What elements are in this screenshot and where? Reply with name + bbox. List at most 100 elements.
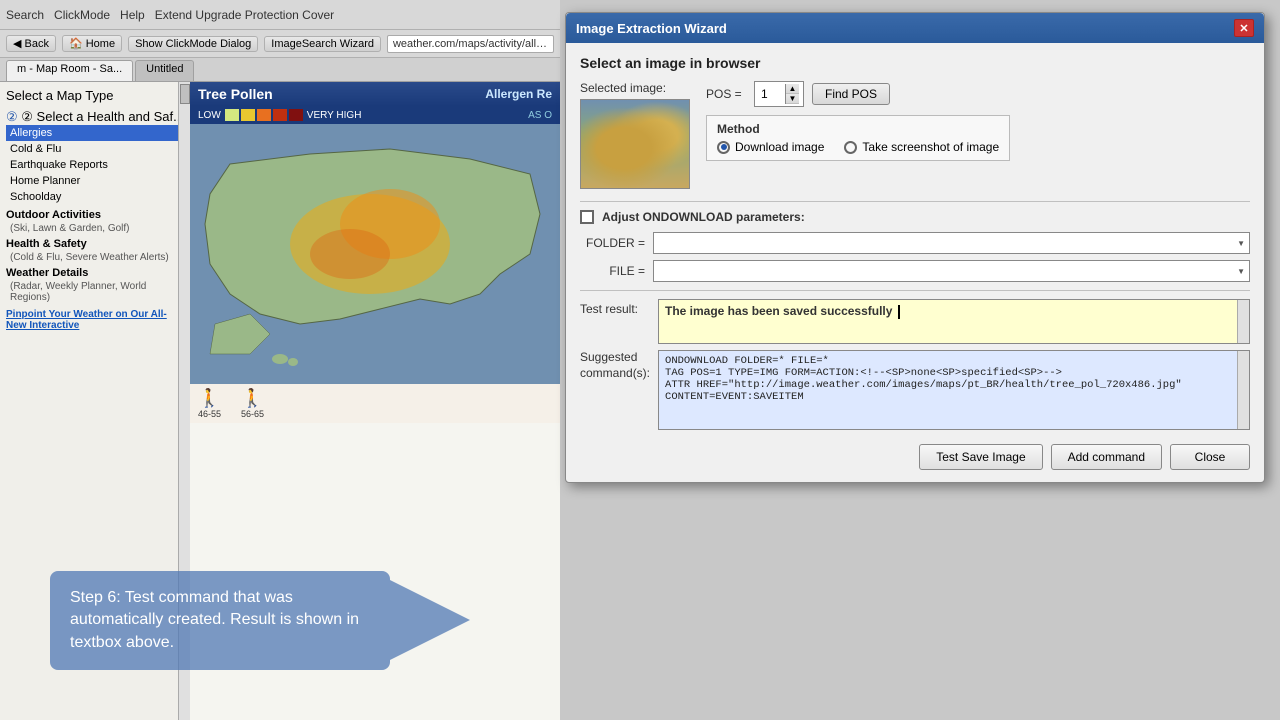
test-save-image-button[interactable]: Test Save Image (919, 444, 1042, 470)
dialog-close-icon[interactable]: ✕ (1234, 19, 1254, 37)
pos-find-row: POS = 1 ▲ ▼ Find POS Method (706, 81, 1010, 171)
folder-dropdown-arrow: ▼ (1237, 239, 1245, 248)
list-item-coldflu[interactable]: Cold & Flu (6, 141, 184, 157)
legend-colors (225, 109, 303, 121)
weather-details-section: Weather Details (6, 267, 184, 279)
test-result-box[interactable]: The image has been saved successfully (658, 299, 1250, 344)
radio-download-circle (717, 141, 730, 154)
test-result-row: Test result: The image has been saved su… (580, 299, 1250, 344)
tab-untitled[interactable]: Untitled (135, 60, 194, 81)
radio-screenshot-circle (844, 141, 857, 154)
find-pos-button[interactable]: Find POS (812, 83, 890, 105)
map-header: Tree Pollen Allergen Re (190, 82, 560, 106)
legend-high: VERY HIGH (307, 110, 362, 121)
pos-label: POS = (706, 87, 746, 101)
list-item-schoolday[interactable]: Schoolday (6, 189, 184, 205)
suggested-scrollbar[interactable] (1237, 351, 1249, 429)
browser-navbar: ◀ Back 🏠 Home Show ClickMode Dialog Imag… (0, 30, 560, 58)
legend-box-1 (225, 109, 239, 121)
add-command-button[interactable]: Add command (1051, 444, 1162, 470)
us-map (190, 124, 560, 384)
test-result-label: Test result: (580, 299, 650, 316)
step-text: Step 6: Test command that was automatica… (50, 571, 390, 670)
pos-spinner[interactable]: ▲ ▼ (785, 84, 799, 104)
action-buttons: Test Save Image Add command Close (580, 440, 1250, 470)
file-dropdown-arrow: ▼ (1237, 267, 1245, 276)
list-item-homeplanner[interactable]: Home Planner (6, 173, 184, 189)
adjust-checkbox[interactable] (580, 210, 594, 224)
adjust-row: Adjust ONDOWNLOAD parameters: (580, 210, 1250, 224)
file-dropdown[interactable]: ▼ (653, 260, 1250, 282)
step-overlay: Step 6: Test command that was automatica… (50, 571, 520, 670)
allergen-icons-row: 🚶 46-55 🚶 56-65 (190, 384, 560, 423)
as-of-label: AS O (528, 110, 552, 121)
selected-image-row: Selected image: POS = 1 ▲ ▼ (580, 81, 1250, 189)
folder-dropdown[interactable]: ▼ (653, 232, 1250, 254)
browser-window: Search ClickMode Help Extend Upgrade Pro… (0, 0, 560, 720)
menu-search[interactable]: Search (6, 8, 44, 22)
weather-details-sub: (Radar, Weekly Planner, World Regions) (10, 281, 184, 303)
test-result-text: The image has been saved successfully (665, 304, 892, 318)
health-safety-label: ② ② Select a Health and Saf... (6, 109, 184, 125)
imagesearch-wizard-button[interactable]: ImageSearch Wizard (264, 36, 381, 52)
back-button[interactable]: ◀ Back (6, 35, 56, 52)
dialog-title: Image Extraction Wizard (576, 21, 727, 36)
clickmode-dialog-button[interactable]: Show ClickMode Dialog (128, 36, 258, 52)
radio-download-label: Download image (735, 140, 824, 154)
outdoor-activities-label: Outdoor Activities (6, 209, 184, 221)
image-thumbnail (580, 99, 690, 189)
cursor (898, 305, 900, 319)
step-arrow (390, 580, 470, 660)
suggested-label: Suggestedcommand(s): (580, 350, 650, 381)
browser-tabs: m - Map Room - Sa... Untitled (0, 58, 560, 82)
home-button[interactable]: 🏠 Home (62, 35, 122, 52)
method-section: Method Download image Take screenshot of… (706, 115, 1010, 161)
suggested-cmd-box[interactable]: ONDOWNLOAD FOLDER=* FILE=* TAG POS=1 TYP… (658, 350, 1250, 430)
file-label: FILE = (580, 264, 645, 278)
suggested-cmd-text: ONDOWNLOAD FOLDER=* FILE=* TAG POS=1 TYP… (665, 355, 1243, 403)
health-safety-section: Health & Safety (6, 238, 184, 250)
allergen-icon-46-55: 🚶 46-55 (198, 388, 221, 419)
pos-down-arrow[interactable]: ▼ (786, 94, 799, 104)
radio-screenshot[interactable]: Take screenshot of image (844, 140, 999, 154)
folder-row: FOLDER = ▼ (580, 232, 1250, 254)
menu-clickmode[interactable]: ClickMode (54, 8, 110, 22)
promo-link[interactable]: Pinpoint Your Weather on Our All-New Int… (6, 309, 184, 331)
pos-input[interactable]: 1 ▲ ▼ (754, 81, 804, 107)
test-result-scrollbar[interactable] (1237, 300, 1249, 343)
map-type-label: Select a Map Type (6, 88, 184, 103)
menu-help[interactable]: Help (120, 8, 145, 22)
legend-bar: LOW VERY HIGH AS O (190, 106, 560, 124)
url-bar[interactable]: weather.com/maps/activity/allergies/ustr… (387, 35, 554, 53)
legend-box-4 (273, 109, 287, 121)
legend-box-5 (289, 109, 303, 121)
list-item-earthquake[interactable]: Earthquake Reports (6, 157, 184, 173)
adjust-label: Adjust ONDOWNLOAD parameters: (602, 210, 805, 224)
menu-extend[interactable]: Extend Upgrade Protection Cover (155, 8, 334, 22)
radio-download[interactable]: Download image (717, 140, 824, 154)
suggested-row: Suggestedcommand(s): ONDOWNLOAD FOLDER=*… (580, 350, 1250, 430)
legend-box-2 (241, 109, 255, 121)
tab-maproom[interactable]: m - Map Room - Sa... (6, 60, 133, 81)
close-button[interactable]: Close (1170, 444, 1250, 470)
browser-content: Select a Map Type ② ② Select a Health an… (0, 82, 560, 720)
list-item-allergies[interactable]: Allergies (6, 125, 184, 141)
legend-low: LOW (198, 110, 221, 121)
dialog-titlebar: Image Extraction Wizard ✕ (566, 13, 1264, 43)
health-safety-sub: (Cold & Flu, Severe Weather Alerts) (10, 252, 184, 263)
allergen-label: Allergen Re (485, 87, 552, 101)
outdoor-activities-sub: (Ski, Lawn & Garden, Golf) (10, 223, 184, 234)
folder-label: FOLDER = (580, 236, 645, 250)
health-list[interactable]: Allergies Cold & Flu Earthquake Reports … (6, 125, 184, 205)
dialog-body: Select an image in browser Selected imag… (566, 43, 1264, 482)
radio-screenshot-label: Take screenshot of image (862, 140, 999, 154)
radio-row: Download image Take screenshot of image (717, 140, 999, 154)
dialog-section-title: Select an image in browser (580, 55, 1250, 71)
file-row: FILE = ▼ (580, 260, 1250, 282)
pos-value: 1 (759, 85, 785, 103)
allergen-icon-56-65: 🚶 56-65 (241, 388, 264, 419)
browser-menu: Search ClickMode Help Extend Upgrade Pro… (6, 8, 334, 22)
selected-image-label: Selected image: (580, 81, 690, 95)
legend-box-3 (257, 109, 271, 121)
pos-up-arrow[interactable]: ▲ (786, 84, 799, 94)
